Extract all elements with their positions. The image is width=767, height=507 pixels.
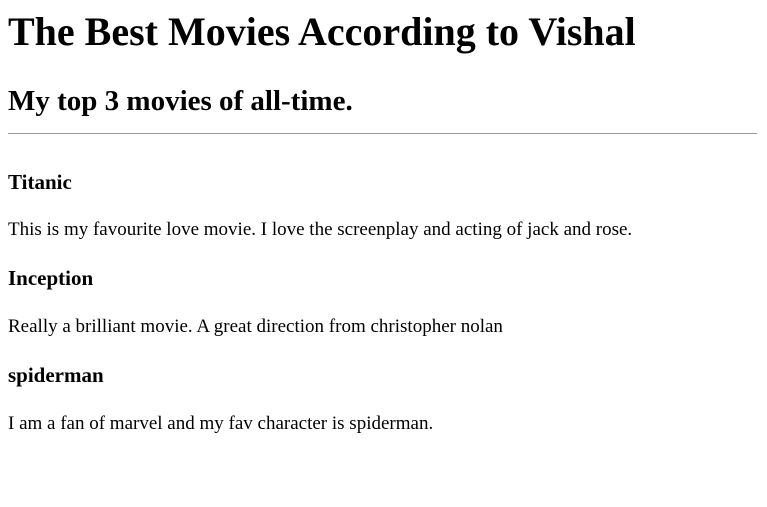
page-subtitle: My top 3 movies of all-time. — [8, 85, 353, 117]
movie-title-titanic: Titanic — [8, 170, 72, 194]
page-title: The Best Movies According to Vishal — [8, 9, 636, 54]
movie-title-inception: Inception — [8, 266, 94, 290]
movie-description-titanic: This is my favourite love movie. I love … — [8, 219, 633, 240]
movie-description-spiderman: I am a fan of marvel and my fav characte… — [8, 413, 434, 434]
movie-description-inception: Really a brilliant movie. A great direct… — [8, 316, 503, 337]
divider — [8, 133, 757, 134]
movie-title-spiderman: spiderman — [8, 363, 104, 387]
page: The Best Movies According to Vishal My t… — [0, 0, 767, 507]
